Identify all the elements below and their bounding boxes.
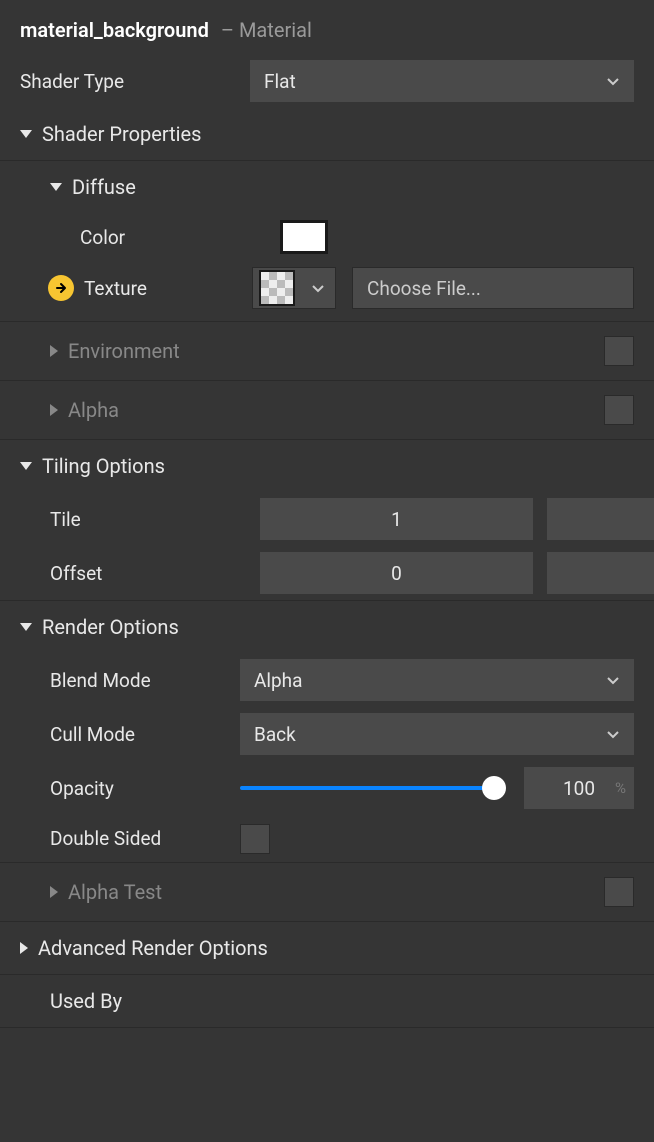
tile-label: Tile xyxy=(50,508,260,531)
disclosure-down-icon xyxy=(20,623,32,631)
texture-picker[interactable] xyxy=(252,267,336,309)
disclosure-right-icon xyxy=(50,345,58,357)
diffuse-color-label: Color xyxy=(80,226,280,249)
opacity-slider[interactable] xyxy=(240,776,504,800)
section-render-options[interactable]: Render Options xyxy=(0,601,654,653)
shader-type-label: Shader Type xyxy=(20,70,250,93)
tile-x-input[interactable] xyxy=(260,498,533,540)
offset-x-input[interactable] xyxy=(260,552,533,594)
texture-thumbnail xyxy=(259,270,295,306)
alpha-test-checkbox[interactable] xyxy=(604,877,634,907)
blend-mode-select[interactable]: Alpha xyxy=(240,659,634,701)
offset-y-input[interactable] xyxy=(547,552,654,594)
diffuse-color-swatch[interactable] xyxy=(280,220,328,254)
section-alpha[interactable]: Alpha xyxy=(0,381,654,440)
disclosure-right-icon xyxy=(50,886,58,898)
blend-mode-label: Blend Mode xyxy=(50,669,240,692)
cull-mode-select[interactable]: Back xyxy=(240,713,634,755)
double-sided-checkbox[interactable] xyxy=(240,824,270,854)
section-tiling-options[interactable]: Tiling Options xyxy=(0,440,654,492)
section-shader-properties[interactable]: Shader Properties xyxy=(0,108,654,161)
alpha-checkbox[interactable] xyxy=(604,395,634,425)
chevron-down-icon xyxy=(606,727,620,741)
disclosure-down-icon xyxy=(20,130,32,138)
offset-label: Offset xyxy=(50,562,260,585)
environment-checkbox[interactable] xyxy=(604,336,634,366)
section-diffuse[interactable]: Diffuse xyxy=(0,161,654,213)
disclosure-right-icon xyxy=(50,404,58,416)
material-name: material_background xyxy=(20,18,209,42)
material-type: – Material xyxy=(221,18,312,42)
chevron-down-icon xyxy=(606,673,620,687)
chevron-down-icon xyxy=(606,74,620,88)
opacity-value-input[interactable]: 100 % xyxy=(524,767,634,809)
chevron-down-icon xyxy=(301,281,335,295)
shader-type-select[interactable]: Flat xyxy=(250,60,634,102)
opacity-label: Opacity xyxy=(50,777,240,800)
cull-mode-label: Cull Mode xyxy=(50,723,240,746)
goto-texture-icon[interactable] xyxy=(48,275,74,301)
double-sided-label: Double Sided xyxy=(50,827,240,850)
choose-file-button[interactable]: Choose File... xyxy=(352,267,634,309)
disclosure-down-icon xyxy=(20,462,32,470)
diffuse-texture-label: Texture xyxy=(84,277,252,300)
tile-y-input[interactable] xyxy=(547,498,654,540)
section-used-by[interactable]: Used By xyxy=(0,975,654,1028)
disclosure-down-icon xyxy=(50,183,62,191)
section-alpha-test[interactable]: Alpha Test xyxy=(0,863,654,922)
section-environment[interactable]: Environment xyxy=(0,322,654,381)
disclosure-right-icon xyxy=(20,942,28,954)
section-advanced-render-options[interactable]: Advanced Render Options xyxy=(0,922,654,975)
slider-thumb-icon xyxy=(482,776,506,800)
